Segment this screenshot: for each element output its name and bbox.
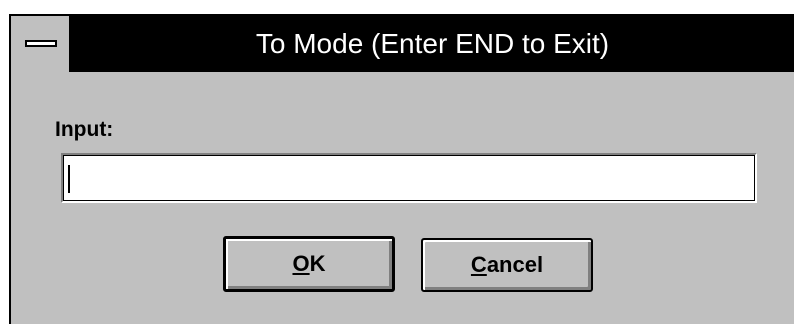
text-caret: [68, 165, 70, 193]
system-menu-icon: [25, 40, 57, 47]
cancel-button-label: Cancel: [470, 252, 544, 277]
title-bar[interactable]: To Mode (Enter END to Exit): [11, 16, 794, 72]
ok-button[interactable]: OK: [223, 236, 395, 292]
dialog-window: To Mode (Enter END to Exit) Input: OK Ca…: [9, 14, 794, 324]
input-field[interactable]: [61, 153, 757, 203]
system-menu-button[interactable]: [11, 16, 71, 72]
ok-button-label: OK: [292, 251, 326, 276]
window-title: To Mode (Enter END to Exit): [255, 28, 610, 59]
input-label: Input:: [55, 118, 114, 141]
cancel-button[interactable]: Cancel: [421, 238, 593, 292]
